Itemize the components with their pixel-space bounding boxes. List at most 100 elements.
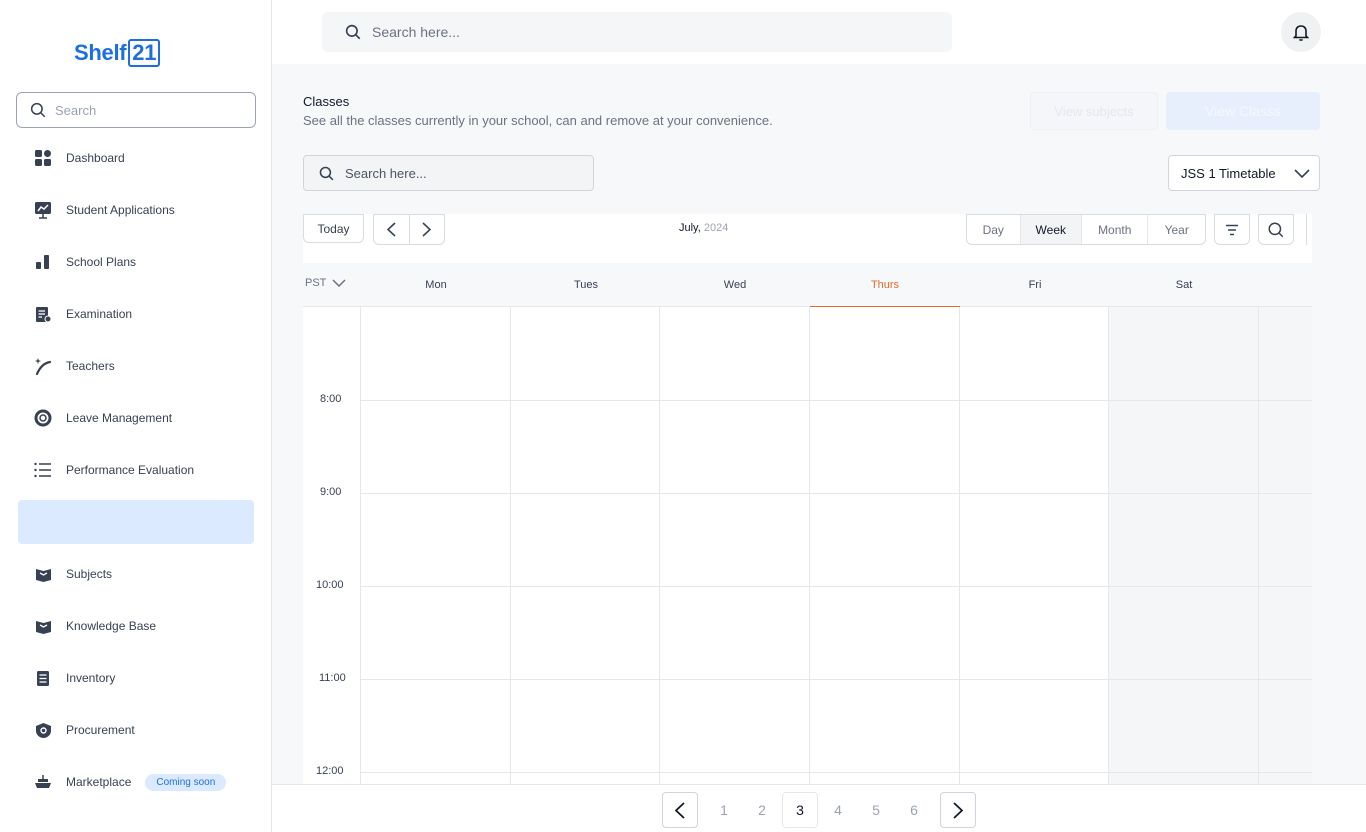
notifications-button[interactable]	[1281, 12, 1321, 52]
classes-search-input[interactable]: Search here...	[303, 155, 594, 191]
time-label: 12:00	[316, 765, 344, 777]
view-classes-button[interactable]: View Classs	[1166, 92, 1320, 130]
calendar-month-label: July, 2024	[679, 222, 728, 234]
hour-line	[361, 772, 1312, 773]
sidebar-item-subjects[interactable]: Subjects	[18, 552, 254, 596]
view-subjects-button[interactable]: View subjects	[1030, 92, 1158, 130]
day-column-fri[interactable]	[959, 307, 1109, 784]
sidebar-item-examination[interactable]: Examination	[18, 292, 254, 336]
sidebar-item-inventory[interactable]: Inventory	[18, 656, 254, 700]
wand-icon	[34, 357, 52, 375]
prev-period-button[interactable]	[374, 215, 409, 244]
time-label: 11:00	[319, 672, 346, 684]
chevron-down-icon	[332, 279, 346, 287]
calendar-search-button[interactable]	[1258, 214, 1294, 245]
bell-icon	[1293, 24, 1309, 41]
chevron-right-icon	[953, 801, 963, 819]
page-title: Classes	[303, 94, 350, 109]
day-header-thurs: Thurs	[810, 263, 960, 307]
sidebar-item-label: School Plans	[66, 255, 137, 269]
time-label: 9:00	[320, 486, 342, 498]
page-5-button[interactable]: 5	[858, 792, 894, 828]
timetable-select-value: JSS 1 Timetable	[1181, 165, 1276, 181]
sidebar-item-leave-management[interactable]: Leave Management	[18, 396, 254, 440]
day-column-thurs[interactable]	[809, 307, 959, 784]
hour-line	[361, 400, 1312, 401]
timezone-label: PST	[305, 277, 327, 289]
sidebar-item-label: Leave Management	[66, 411, 173, 425]
time-label: 10:00	[316, 579, 344, 591]
filter-icon	[1226, 224, 1238, 235]
chevron-down-icon	[1294, 168, 1310, 178]
day-column-wed[interactable]	[659, 307, 809, 784]
timetable-select[interactable]: JSS 1 Timetable	[1168, 155, 1320, 191]
sidebar-item-knowledge-base[interactable]: Knowledge Base	[18, 604, 254, 648]
grid-icon	[34, 149, 52, 167]
calendar-year: 2024	[703, 222, 729, 234]
chevron-left-icon	[386, 222, 396, 237]
hour-line	[361, 586, 1312, 587]
sidebar-item-procurement[interactable]: Procurement	[18, 708, 254, 752]
page-3-button[interactable]: 3	[782, 792, 818, 828]
main-content: Classes See all the classes currently in…	[272, 64, 1366, 784]
sidebar-search-placeholder: Search	[55, 102, 97, 118]
sidebar-item-teachers[interactable]: Teachers	[18, 344, 254, 388]
hour-line	[361, 493, 1312, 494]
book-icon	[34, 617, 52, 635]
sidebar-item-student-applications[interactable]: Student Applications	[18, 188, 254, 232]
sidebar-item-dashboard[interactable]: Dashboard	[18, 136, 254, 180]
view-week-button[interactable]: Week	[1019, 215, 1082, 244]
view-month-button[interactable]: Month	[1081, 215, 1147, 244]
view-day-button[interactable]: Day	[967, 215, 1020, 244]
time-label: 8:00	[320, 393, 342, 405]
calendar-toolbar: Today July, 2024 Day Week Month Year	[303, 214, 1312, 263]
sidebar-item-label: Inventory	[66, 671, 116, 685]
today-button[interactable]: Today	[303, 214, 364, 243]
calendar-grid: 8:00 9:00 10:00 11:00 12:00	[303, 307, 1312, 784]
sidebar-item-label: Subjects	[66, 567, 113, 581]
next-period-button[interactable]	[408, 215, 445, 244]
day-header-wed: Wed	[723, 279, 747, 291]
calendar-filter-button[interactable]	[1214, 214, 1250, 245]
chevron-left-icon	[675, 801, 685, 819]
day-header-tues: Tues	[573, 279, 599, 291]
calendar-month: July,	[679, 222, 701, 234]
view-year-button[interactable]: Year	[1147, 215, 1205, 244]
chevron-right-icon	[422, 222, 432, 237]
page-1-button[interactable]: 1	[706, 792, 742, 828]
page-4-button[interactable]: 4	[820, 792, 856, 828]
sidebar: Shelf 21 Search Dashboard Student Applic…	[0, 0, 272, 832]
sidebar-search-input[interactable]: Search	[16, 92, 256, 128]
sidebar-item-label: Marketplace	[66, 775, 132, 789]
classes-search-placeholder: Search here...	[345, 165, 427, 181]
day-column-sat[interactable]	[1108, 307, 1258, 784]
day-header-sat: Sat	[1175, 279, 1193, 291]
prev-page-button[interactable]	[662, 792, 698, 828]
next-page-button[interactable]	[940, 792, 976, 828]
coming-soon-badge: Coming soon	[145, 773, 227, 791]
sidebar-item-label: Performance Evaluation	[66, 463, 195, 477]
calendar-view-switcher: Day Week Month Year	[966, 214, 1206, 245]
timezone-select[interactable]: PST	[305, 277, 346, 289]
top-bar: Search here...	[272, 0, 1366, 64]
sidebar-item-performance-evaluation[interactable]: Performance Evaluation	[18, 448, 254, 492]
calendar-nav-arrows	[373, 214, 445, 245]
sidebar-item-marketplace[interactable]: Marketplace Coming soon	[18, 760, 254, 804]
sidebar-item-label: Dashboard	[66, 151, 125, 165]
page-6-button[interactable]: 6	[896, 792, 932, 828]
calendar-days-header: PST Mon Tues Wed Thurs Fri Sat	[303, 263, 1312, 307]
list-icon	[34, 461, 52, 479]
chart-board-icon	[34, 201, 52, 219]
hour-line	[361, 679, 1312, 680]
toolbar-divider	[1306, 214, 1307, 245]
sidebar-item-label: Knowledge Base	[66, 619, 157, 633]
day-column-mon[interactable]	[360, 307, 510, 784]
sidebar-item-active[interactable]	[18, 500, 254, 544]
sidebar-item-school-plans[interactable]: School Plans	[18, 240, 254, 284]
day-column-sun[interactable]	[1258, 307, 1312, 784]
global-search-input[interactable]: Search here...	[322, 12, 952, 52]
day-header-mon: Mon	[425, 279, 447, 291]
page-2-button[interactable]: 2	[744, 792, 780, 828]
brand-logo[interactable]: Shelf 21	[74, 38, 161, 68]
day-column-tues[interactable]	[510, 307, 660, 784]
